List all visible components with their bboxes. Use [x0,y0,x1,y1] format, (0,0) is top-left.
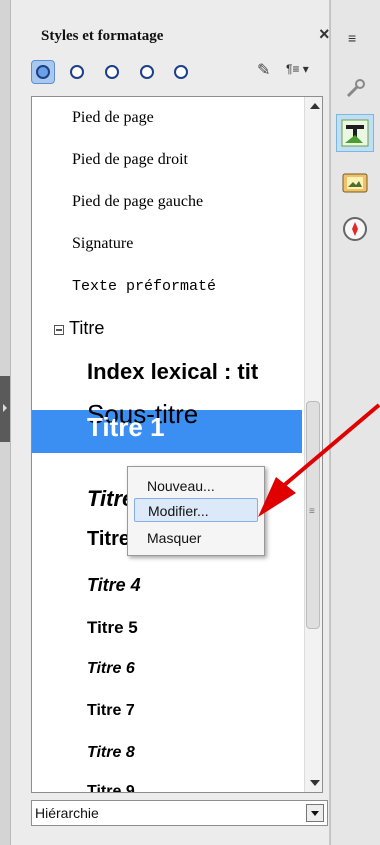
list-item[interactable]: Titre 4 [87,575,141,596]
list-item[interactable]: Titre [69,318,104,339]
styles-icon[interactable] [336,114,374,152]
collapse-handle[interactable] [0,0,10,845]
menu-item-hide[interactable]: Masquer [134,526,258,550]
list-item[interactable]: Texte préformaté [72,278,216,295]
list-styles-icon[interactable] [171,62,191,82]
list-item[interactable]: Signature [72,235,133,253]
panel-title: Styles et formatage [41,28,164,44]
navigator-icon[interactable] [336,210,374,248]
style-filter-select[interactable]: Hiérarchie [31,800,328,826]
list-item[interactable]: Titre 7 [87,702,135,720]
gallery-icon[interactable] [336,164,374,202]
wrench-icon[interactable] [336,70,374,108]
character-styles-icon[interactable] [67,62,87,82]
list-item[interactable]: Titre 6 [87,660,135,678]
page-styles-icon[interactable] [137,62,157,82]
sidebar-tab-rail: ≡ [330,0,380,845]
list-item[interactable]: Pied de page droit [72,151,188,169]
fill-format-mode-icon[interactable]: ✎ [257,60,270,80]
tree-collapse-icon[interactable] [54,325,64,335]
list-item[interactable]: Pied de page gauche [72,193,203,211]
filter-value: Hiérarchie [35,805,99,821]
collapse-grip-icon[interactable] [0,376,10,442]
scroll-down-icon[interactable] [310,780,320,786]
list-item[interactable]: Index lexical : tit [87,359,258,385]
menu-item-modify[interactable]: Modifier... [134,498,258,522]
frame-styles-icon[interactable] [102,62,122,82]
list-item[interactable]: Titre 8 [87,744,135,762]
chevron-down-icon[interactable] [306,804,324,822]
style-list[interactable]: Pied de page Pied de page droit Pied de … [31,96,323,793]
new-style-menu-button[interactable]: ¶≡ ▾ [286,62,309,76]
scroll-thumb[interactable] [306,401,320,629]
paragraph-styles-icon[interactable] [31,60,55,84]
sidebar-menu-icon[interactable]: ≡ [348,30,356,46]
menu-item-new[interactable]: Nouveau... [134,474,258,498]
context-menu: Nouveau... Modifier... Masquer [127,466,265,556]
list-item[interactable]: Titre 5 [87,618,138,638]
close-icon[interactable]: × [319,24,330,45]
list-item[interactable]: Pied de page [72,109,154,127]
list-item[interactable]: Titre 1 [87,412,165,443]
scroll-up-icon[interactable] [310,103,320,109]
list-item[interactable]: Titre 9 [87,783,135,792]
